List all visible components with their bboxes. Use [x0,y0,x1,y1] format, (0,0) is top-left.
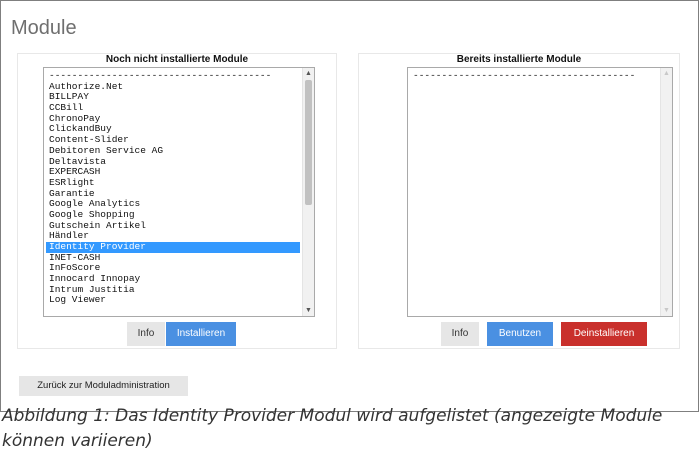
not-installed-scrollbar[interactable]: ▲ ▼ [302,68,314,316]
module-list-item[interactable]: Identity Provider [46,242,300,253]
module-list-item[interactable]: Innocard Innopay [46,274,300,285]
module-list-item[interactable]: Log Viewer [46,295,300,306]
module-list-item[interactable]: ClickandBuy [46,124,300,135]
module-list-item[interactable]: Content-Slider [46,135,300,146]
module-list-item[interactable]: Deltavista [46,157,300,168]
installed-info-button[interactable]: Info [441,322,479,346]
module-list-item[interactable]: ESRlight [46,178,300,189]
installed-list: --------------------------------------- [410,71,658,82]
module-list-item[interactable]: Intrum Justitia [46,285,300,296]
module-list-item[interactable]: Google Shopping [46,210,300,221]
chevron-up-icon[interactable]: ▲ [661,68,672,79]
page-title: Module [11,17,77,39]
installed-title: Bereits installierte Module [456,54,582,65]
installed-module-list-item[interactable]: --------------------------------------- [410,71,658,82]
module-list-item[interactable]: Händler [46,231,300,242]
uninstall-button[interactable]: Deinstallieren [561,322,647,346]
module-list-item[interactable]: Debitoren Service AG [46,146,300,157]
not-installed-listbox[interactable]: --------------------------------------- A… [43,67,315,317]
installed-panel: Bereits installierte Module ------------… [358,53,680,349]
info-button[interactable]: Info [127,322,165,346]
module-list-item[interactable]: Google Analytics [46,199,300,210]
not-installed-panel: Noch nicht installierte Module ---------… [17,53,337,349]
not-installed-title: Noch nicht installierte Module [105,54,249,65]
module-list-item[interactable]: --------------------------------------- [46,71,300,82]
module-list-item[interactable]: BILLPAY [46,92,300,103]
module-window: Module Noch nicht installierte Module --… [0,0,699,412]
figure-caption: Abbildung 1: Das Identity Provider Modul… [2,406,663,451]
module-list-item[interactable]: Gutschein Artikel [46,221,300,232]
module-list-item[interactable]: Garantie [46,189,300,200]
scroll-thumb[interactable] [305,80,312,205]
module-list-item[interactable]: ChronoPay [46,114,300,125]
module-list-item[interactable]: InFoScore [46,263,300,274]
installed-listbox[interactable]: --------------------------------------- … [407,67,673,317]
chevron-down-icon[interactable]: ▼ [303,305,314,316]
back-to-module-admin-button[interactable]: Zurück zur Moduladministration [19,376,188,396]
not-installed-list: --------------------------------------- A… [46,71,300,306]
module-list-item[interactable]: INET-CASH [46,253,300,264]
install-button[interactable]: Installieren [166,322,236,346]
module-list-item[interactable]: Authorize.Net [46,82,300,93]
use-button[interactable]: Benutzen [487,322,553,346]
installed-scrollbar[interactable]: ▲ ▼ [660,68,672,316]
module-list-item[interactable]: EXPERCASH [46,167,300,178]
module-list-item[interactable]: CCBill [46,103,300,114]
chevron-up-icon[interactable]: ▲ [303,68,314,79]
chevron-down-icon[interactable]: ▼ [661,305,672,316]
